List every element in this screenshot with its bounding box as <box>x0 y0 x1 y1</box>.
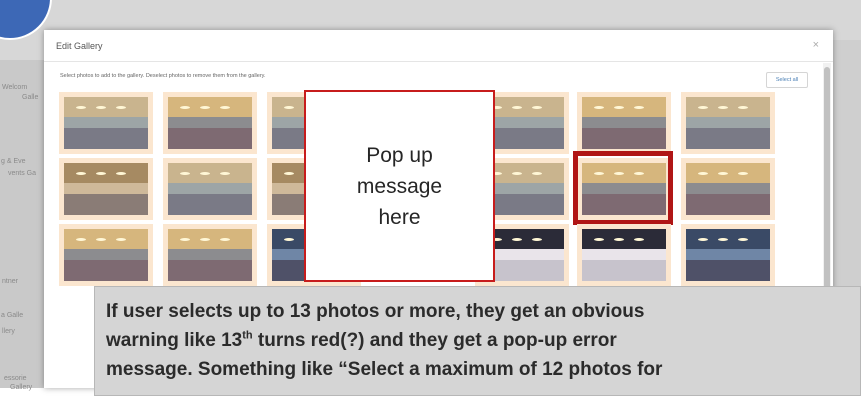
annotation-superscript: th <box>242 329 253 342</box>
annotation-box: If user selects up to 13 photos or more,… <box>94 286 861 396</box>
venue-photo <box>686 229 770 281</box>
venue-photo <box>64 163 148 215</box>
photo-thumbnail[interactable] <box>577 224 671 286</box>
over-limit-highlight <box>573 151 673 225</box>
background-sidebar-label: Welcom <box>2 84 28 91</box>
background-sidebar-label: llery <box>2 328 15 335</box>
venue-photo <box>168 97 252 149</box>
photo-thumbnail[interactable] <box>681 224 775 286</box>
annotation-line-2-end: turns red(?) and they get a pop-up error <box>252 330 617 351</box>
photo-thumbnail[interactable] <box>59 92 153 154</box>
modal-title: Edit Gallery <box>56 41 103 51</box>
venue-photo <box>64 97 148 149</box>
photo-thumbnail[interactable] <box>163 92 257 154</box>
background-sidebar-label: essorie <box>4 375 27 382</box>
photo-thumbnail[interactable] <box>163 158 257 220</box>
close-icon[interactable]: × <box>813 39 819 51</box>
modal-divider <box>44 61 833 62</box>
annotation-line-3: message. Something like “Select a maximu… <box>106 359 663 380</box>
photo-thumbnail[interactable] <box>681 158 775 220</box>
venue-photo <box>686 97 770 149</box>
popup-placeholder: Pop up message here <box>304 90 495 282</box>
venue-photo <box>168 163 252 215</box>
background-sidebar: Welcom Galle g & Eve vents Ga ntner a Ga… <box>0 60 48 391</box>
background-sidebar-label: g & Eve <box>1 158 26 165</box>
select-all-button[interactable]: Select all <box>766 72 808 88</box>
venue-photo <box>582 229 666 281</box>
venue-photo <box>168 229 252 281</box>
venue-photo <box>64 229 148 281</box>
photo-thumbnail[interactable] <box>59 158 153 220</box>
popup-text: Pop up message here <box>356 143 443 229</box>
photo-thumbnail[interactable] <box>681 92 775 154</box>
annotation-line-1: If user selects up to 13 photos or more,… <box>106 301 645 322</box>
photo-thumbnail[interactable] <box>577 92 671 154</box>
annotation-line-2-start: warning like 13 <box>106 330 243 351</box>
background-sidebar-label: ntner <box>2 278 18 285</box>
scrollbar-thumb[interactable] <box>824 67 830 317</box>
photo-thumbnail[interactable] <box>163 224 257 286</box>
photo-thumbnail[interactable] <box>59 224 153 286</box>
modal-instructions: Select photos to add to the gallery. Des… <box>60 73 266 79</box>
venue-photo <box>686 163 770 215</box>
background-sidebar-label: a Galle <box>1 312 24 319</box>
annotation-line-2: warning like 13th turns red(?) and they … <box>106 326 860 355</box>
background-sidebar-label: Galle <box>22 94 39 101</box>
background-sidebar-label: vents Ga <box>8 170 37 177</box>
venue-photo <box>582 97 666 149</box>
